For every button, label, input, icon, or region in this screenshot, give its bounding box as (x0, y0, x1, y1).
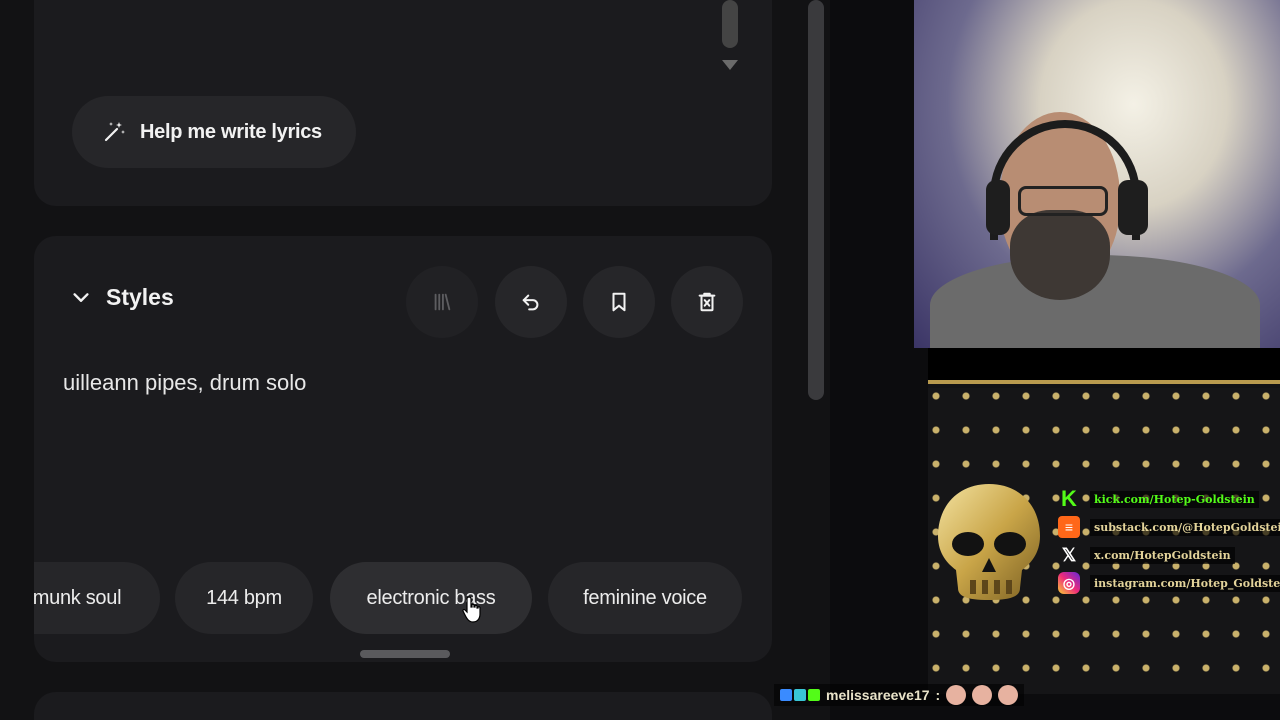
badge-icon (808, 689, 820, 701)
social-instagram: ◎ instagram.com/Hotep_Goldstein (1058, 572, 1280, 594)
x-icon: 𝕏 (1061, 544, 1077, 565)
page-scrollbar-thumb[interactable] (808, 0, 824, 400)
chat-message: melissareeve17 : (774, 684, 1025, 706)
instagram-icon: ◎ (1058, 572, 1080, 594)
gold-skull-logo-icon (938, 484, 1040, 600)
chat-separator: : (935, 687, 941, 703)
style-chip[interactable]: 144 bpm (175, 562, 313, 634)
banner-top-bar (928, 348, 1280, 384)
emote-icon (998, 685, 1019, 705)
scroll-down-arrow-icon[interactable] (722, 60, 738, 70)
delete-icon (698, 292, 716, 312)
help-write-lyrics-button[interactable]: Help me write lyrics (72, 96, 356, 168)
emote-icon (972, 685, 993, 705)
styles-header[interactable]: Styles (70, 284, 174, 311)
social-x: 𝕏 x.com/HotepGoldstein (1058, 544, 1235, 566)
social-substack: ≡ substack.com/@HotepGoldstein (1058, 516, 1280, 538)
style-library-button[interactable] (406, 266, 478, 338)
style-chip[interactable]: feminine voice (548, 562, 742, 634)
bookmark-button[interactable] (583, 266, 655, 338)
social-link-label: substack.com/@HotepGoldstein (1090, 518, 1280, 536)
styles-input[interactable]: uilleann pipes, drum solo (63, 370, 306, 396)
social-link-label: instagram.com/Hotep_Goldstein (1090, 574, 1280, 592)
magic-wand-icon (104, 122, 125, 142)
badge-icon (794, 689, 806, 701)
undo-button[interactable] (495, 266, 567, 338)
style-chip[interactable]: munk soul (34, 562, 160, 634)
next-panel (34, 692, 772, 720)
undo-icon (522, 294, 539, 311)
headset-ear-left (986, 180, 1010, 235)
bookmark-icon (612, 292, 626, 312)
headset-ear-right (1118, 180, 1148, 235)
library-icon (434, 293, 451, 311)
substack-icon: ≡ (1058, 516, 1080, 538)
chat-badges (780, 689, 820, 701)
lyrics-scrollbar-thumb[interactable] (722, 0, 738, 48)
styles-title: Styles (106, 284, 174, 310)
social-link-label: x.com/HotepGoldstein (1090, 546, 1235, 564)
style-suggestions-row[interactable]: munk soul 144 bpm electronic bass femini… (34, 560, 772, 636)
help-write-lyrics-label: Help me write lyrics (140, 120, 322, 143)
social-kick: K kick.com/Hotep-Goldstein (1058, 486, 1259, 511)
mouse-cursor-icon (462, 596, 481, 623)
kick-icon: K (1061, 486, 1077, 511)
app-area: Help me write lyrics Styles uilleann pip… (0, 0, 830, 720)
badge-icon (780, 689, 792, 701)
chips-scrollbar-thumb[interactable] (360, 650, 450, 658)
chat-username: melissareeve17 (826, 687, 930, 703)
clear-styles-button[interactable] (671, 266, 743, 338)
social-link-label: kick.com/Hotep-Goldstein (1090, 490, 1259, 508)
style-chip[interactable]: electronic bass (330, 562, 532, 634)
emote-icon (946, 685, 967, 705)
chevron-down-icon[interactable] (70, 287, 92, 309)
